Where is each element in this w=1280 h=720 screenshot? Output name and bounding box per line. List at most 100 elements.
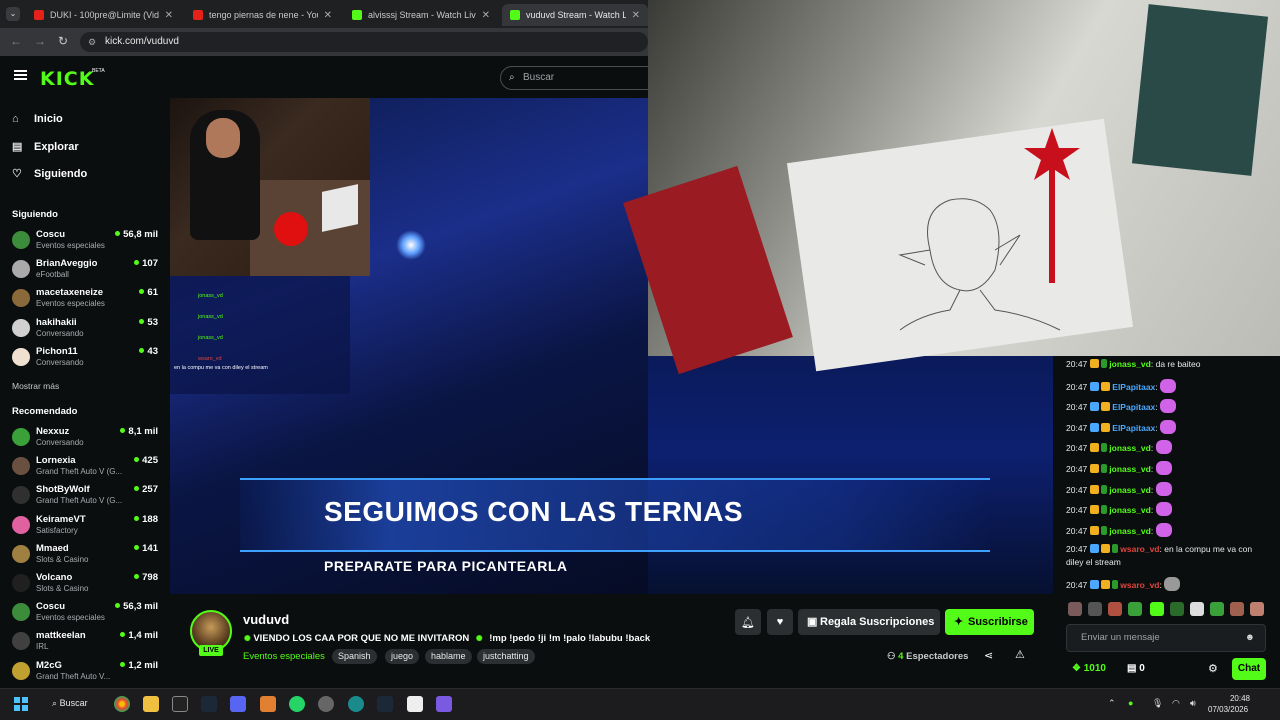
stream-tag[interactable]: hablame: [425, 649, 472, 664]
emote-5[interactable]: [1150, 602, 1164, 616]
follow-heart-button[interactable]: ♥: [767, 609, 793, 635]
windows-start-icon[interactable]: [14, 697, 28, 711]
browser-tab[interactable]: tengo piernas de nene - YouTu ✕: [185, 4, 340, 26]
chat-username[interactable]: jonass_vd: [1109, 359, 1151, 369]
streamer-name[interactable]: vuduvd: [243, 612, 289, 627]
chat-username[interactable]: ElPapitaax: [1112, 382, 1155, 392]
chat-username[interactable]: ElPapitaax: [1112, 402, 1155, 412]
emote-3[interactable]: [1108, 602, 1122, 616]
sidebar-channel[interactable]: mattkeelan IRL 1,4 mil: [12, 630, 162, 658]
chrome-taskbar-icon[interactable]: [114, 696, 130, 712]
site-info-icon[interactable]: ⚙: [88, 32, 96, 52]
clock-date[interactable]: 07/03/2026: [1208, 705, 1248, 714]
chat-username[interactable]: ElPapitaax: [1112, 423, 1155, 433]
tab-close-icon[interactable]: ✕: [324, 10, 332, 21]
emote-7[interactable]: [1190, 602, 1204, 616]
discord-icon[interactable]: [230, 696, 246, 712]
url-field[interactable]: ⚙ kick.com/vuduvd: [80, 32, 648, 52]
chat-username[interactable]: jonass_vd: [1109, 443, 1151, 453]
obs-icon[interactable]: [318, 696, 334, 712]
emote-10[interactable]: [1250, 602, 1264, 616]
chat-send-button[interactable]: Chat: [1232, 658, 1266, 680]
mic-icon[interactable]: 🎙︎: [1152, 698, 1163, 709]
wifi-icon[interactable]: ◠: [1172, 698, 1180, 709]
browser-tab[interactable]: vuduvd Stream - Watch Li ✕: [502, 4, 648, 26]
chat-input[interactable]: Enviar un mensaje ☻: [1066, 624, 1266, 652]
emote-6[interactable]: [1170, 602, 1184, 616]
app-icon[interactable]: [436, 696, 452, 712]
channel-viewers: 107: [134, 258, 158, 269]
search-input[interactable]: ⌕ Buscar: [500, 66, 648, 90]
sidebar-channel[interactable]: Volcano Slots & Casino 798: [12, 572, 162, 600]
tab-close-icon[interactable]: ✕: [632, 10, 640, 21]
subscribe-button[interactable]: ✦ Suscribirse: [945, 609, 1034, 635]
sidebar-nav-siguiendo[interactable]: ♡ Siguiendo: [12, 167, 87, 180]
stream-tag[interactable]: Spanish: [332, 649, 377, 664]
tab-list-menu-icon[interactable]: ⌄: [6, 7, 20, 21]
kick-logo[interactable]: KICK: [40, 68, 94, 90]
channel-points[interactable]: ❖ 1010: [1072, 663, 1106, 674]
sidebar-channel[interactable]: Pichon11 Conversando 43: [12, 346, 162, 374]
sidebar-channel[interactable]: Coscu Eventos especiales 56,8 mil: [12, 229, 162, 257]
reload-icon[interactable]: ↻: [58, 34, 68, 48]
share-icon[interactable]: ⋖: [984, 649, 993, 662]
stream-tag[interactable]: justchatting: [477, 649, 535, 664]
whatsapp-icon[interactable]: [289, 696, 305, 712]
chat-username[interactable]: wsaro_vd: [1120, 544, 1159, 554]
chat-username[interactable]: wsaro_vd: [1120, 580, 1159, 590]
sidebar-channel[interactable]: M2cG Grand Theft Auto V... 1,2 mil: [12, 660, 162, 688]
sidebar-channel[interactable]: macetaxeneize Eventos especiales 61: [12, 287, 162, 315]
emoji-icon[interactable]: ☻: [1245, 625, 1255, 651]
sidebar-channel[interactable]: Lornexia Grand Theft Auto V (G... 425: [12, 455, 162, 483]
show-more-link[interactable]: Mostrar más: [12, 381, 59, 391]
sidebar-channel[interactable]: hakihakii Conversando 53: [12, 317, 162, 345]
gift-subs-button[interactable]: ▣ Regala Suscripciones: [798, 609, 940, 635]
notification-bell-button[interactable]: 🔔︎: [735, 609, 761, 635]
tray-chevron-icon[interactable]: ⌃: [1108, 698, 1116, 709]
report-icon[interactable]: ⚠: [1015, 648, 1025, 661]
epic-games-icon[interactable]: [172, 696, 188, 712]
browser-tab[interactable]: alvisssj Stream - Watch Live on ✕: [344, 4, 498, 26]
file-explorer-icon[interactable]: [143, 696, 159, 712]
chat-settings-icon[interactable]: ⚙: [1208, 662, 1218, 675]
emote-8[interactable]: [1210, 602, 1224, 616]
emote-icon: [1155, 461, 1172, 475]
clock-time[interactable]: 20:48: [1228, 694, 1250, 703]
emote-1[interactable]: [1068, 602, 1082, 616]
steam-icon[interactable]: [201, 696, 217, 712]
sidebar-channel[interactable]: Coscu Eventos especiales 56,3 mil: [12, 601, 162, 629]
document-icon[interactable]: [407, 696, 423, 712]
browser-icon[interactable]: [348, 696, 364, 712]
chat-username[interactable]: jonass_vd: [1109, 485, 1151, 495]
sidebar-nav-inicio[interactable]: ⌂ Inicio: [12, 113, 63, 125]
stream-tag[interactable]: juego: [385, 649, 420, 664]
chat-username[interactable]: jonass_vd: [1109, 505, 1151, 515]
tab-close-icon[interactable]: ✕: [165, 10, 173, 21]
sidebar-channel[interactable]: KeirameVT Satisfactory 188: [12, 514, 162, 542]
volume-icon[interactable]: 🔊︎: [1190, 698, 1196, 709]
back-icon[interactable]: ←: [10, 34, 22, 48]
sidebar-channel[interactable]: BrianAveggio eFootball 107: [12, 258, 162, 286]
overlay-chat-line: en la compu me va con diley el stream: [174, 365, 268, 371]
brave-icon[interactable]: [260, 696, 276, 712]
stream-category[interactable]: Eventos especiales: [243, 651, 325, 662]
emote-2[interactable]: [1088, 602, 1102, 616]
sidebar-channel[interactable]: Mmaed Slots & Casino 141: [12, 543, 162, 571]
tab-close-icon[interactable]: ✕: [482, 10, 490, 21]
sidebar-channel[interactable]: ShotByWolf Grand Theft Auto V (G... 257: [12, 484, 162, 512]
chat-username[interactable]: jonass_vd: [1109, 526, 1151, 536]
browser-tab[interactable]: DUKI - 100pre@Limite (Video O ✕: [26, 4, 181, 26]
chest-count[interactable]: ▤ 0: [1127, 663, 1145, 674]
chat-username[interactable]: jonass_vd: [1109, 464, 1151, 474]
sidebar-nav-explorar[interactable]: ▤ Explorar: [12, 140, 79, 153]
channel-viewers: 8,1 mil: [120, 426, 158, 437]
sidebar-channel[interactable]: Nexxuz Conversando 8,1 mil: [12, 426, 162, 454]
channel-viewers: 257: [134, 484, 158, 495]
tray-app-icon[interactable]: ●: [1128, 698, 1133, 708]
emote-4[interactable]: [1128, 602, 1142, 616]
steam-icon-2[interactable]: [377, 696, 393, 712]
forward-icon[interactable]: →: [34, 34, 46, 48]
menu-icon[interactable]: [14, 70, 27, 80]
taskbar-search[interactable]: ⌕ Buscar: [52, 698, 88, 709]
emote-9[interactable]: [1230, 602, 1244, 616]
